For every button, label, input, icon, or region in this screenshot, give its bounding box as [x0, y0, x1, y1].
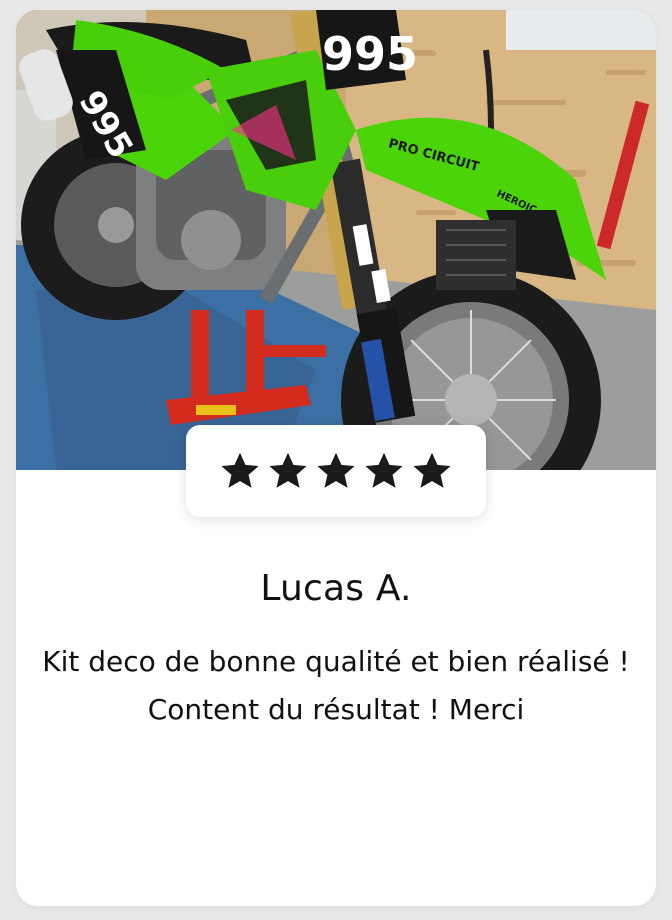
review-text: Kit deco de bonne qualité et bien réalis… — [42, 645, 630, 726]
star-icon — [269, 452, 307, 488]
motocross-bike-image: 995 995 PRO CIRCUIT HEROIC — [16, 10, 656, 470]
star-icon — [365, 452, 403, 488]
star-icon — [413, 452, 451, 488]
review-card: 995 995 PRO CIRCUIT HEROIC Lucas A. Kit … — [16, 10, 656, 906]
reviewer-name: Lucas A. — [260, 568, 412, 609]
star-icon — [221, 452, 259, 488]
review-photo: 995 995 PRO CIRCUIT HEROIC — [16, 10, 656, 470]
star-rating — [186, 425, 486, 517]
front-plate-number: 995 — [322, 27, 418, 81]
star-icon — [317, 452, 355, 488]
